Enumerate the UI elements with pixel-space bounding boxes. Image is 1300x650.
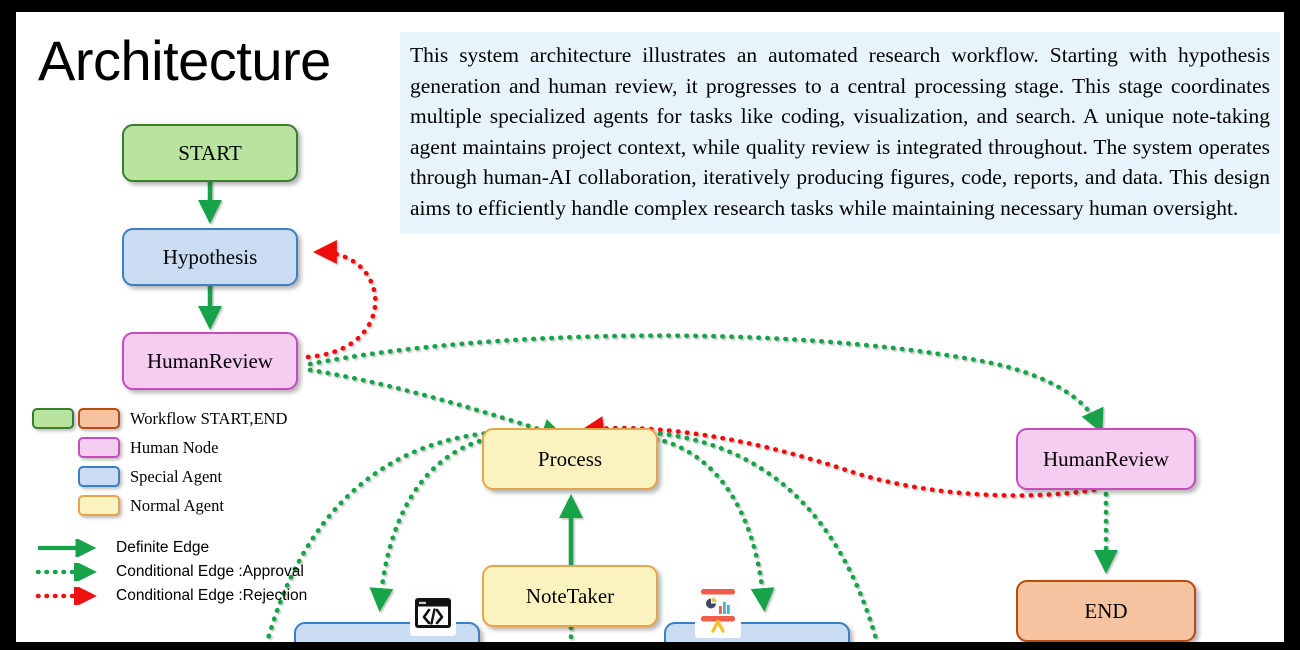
legend-row-normal: Normal Agent [32,491,332,520]
node-label: END [1084,598,1128,623]
node-label: NoteTaker [525,583,615,608]
node-humanreview-2[interactable]: HumanReview [1016,428,1196,490]
node-label: HumanReview [1043,446,1169,471]
legend-row-rejection-edge: Conditional Edge :Rejection [32,584,332,608]
legend-row-approval-edge: Conditional Edge :Approval [32,560,332,584]
legend-swatch-special [78,466,120,487]
edge-process-right-outer [639,429,880,642]
legend-swatch-end [78,408,120,429]
node-label: Process [537,446,603,471]
diagram-frame: Architecture This system architecture il… [14,10,1286,644]
legend-row-human: Human Node [32,433,332,462]
node-end[interactable]: END [1016,580,1196,642]
node-notetaker[interactable]: NoteTaker [482,565,658,627]
legend-label: Definite Edge [116,539,210,556]
code-window-icon [410,590,456,636]
page-title: Architecture [38,29,331,92]
definite-edge-icon [38,539,97,557]
edge-humanreview-hypothesis-reject [305,240,378,360]
legend-spacer [32,466,78,487]
edge-humanreview1-humanreview2 [307,333,1104,434]
legend: Workflow START,END Human Node Special Ag… [32,404,332,608]
node-start[interactable]: START [122,124,298,182]
legend-row-workflow: Workflow START,END [32,404,332,433]
rejection-edge-icon [35,587,97,605]
bar-chart-presentation-icon [695,582,741,638]
legend-label: Conditional Edge :Rejection [116,587,308,604]
legend-spacer [32,495,78,516]
legend-label: Human Node [130,437,219,457]
node-hypothesis[interactable]: Hypothesis [122,228,298,286]
node-process[interactable]: Process [482,428,658,490]
legend-swatch-start [32,408,74,429]
diagram-canvas: Architecture This system architecture il… [16,12,1284,642]
legend-row-special: Special Agent [32,462,332,491]
legend-label: Special Agent [130,466,223,486]
legend-label: Workflow START,END [130,408,288,428]
description-panel: This system architecture illustrates an … [400,32,1280,234]
legend-label: Normal Agent [130,495,224,515]
node-label: HumanReview [147,348,273,373]
node-humanreview-1[interactable]: HumanReview [122,332,298,390]
edge-humanreview1-process [307,367,566,442]
legend-edge-group: Definite Edge Conditional Edge :Approval… [32,536,332,608]
node-label: START [178,140,242,165]
legend-swatch-human [78,437,120,458]
legend-row-definite-edge: Definite Edge [32,536,332,560]
node-visualization[interactable]: Visualization [664,622,850,642]
node-label: Hypothesis [162,244,258,269]
legend-spacer [32,437,78,458]
legend-swatch-normal [78,495,120,516]
approval-edge-icon [35,563,97,581]
legend-label: Conditional Edge :Approval [116,563,304,580]
